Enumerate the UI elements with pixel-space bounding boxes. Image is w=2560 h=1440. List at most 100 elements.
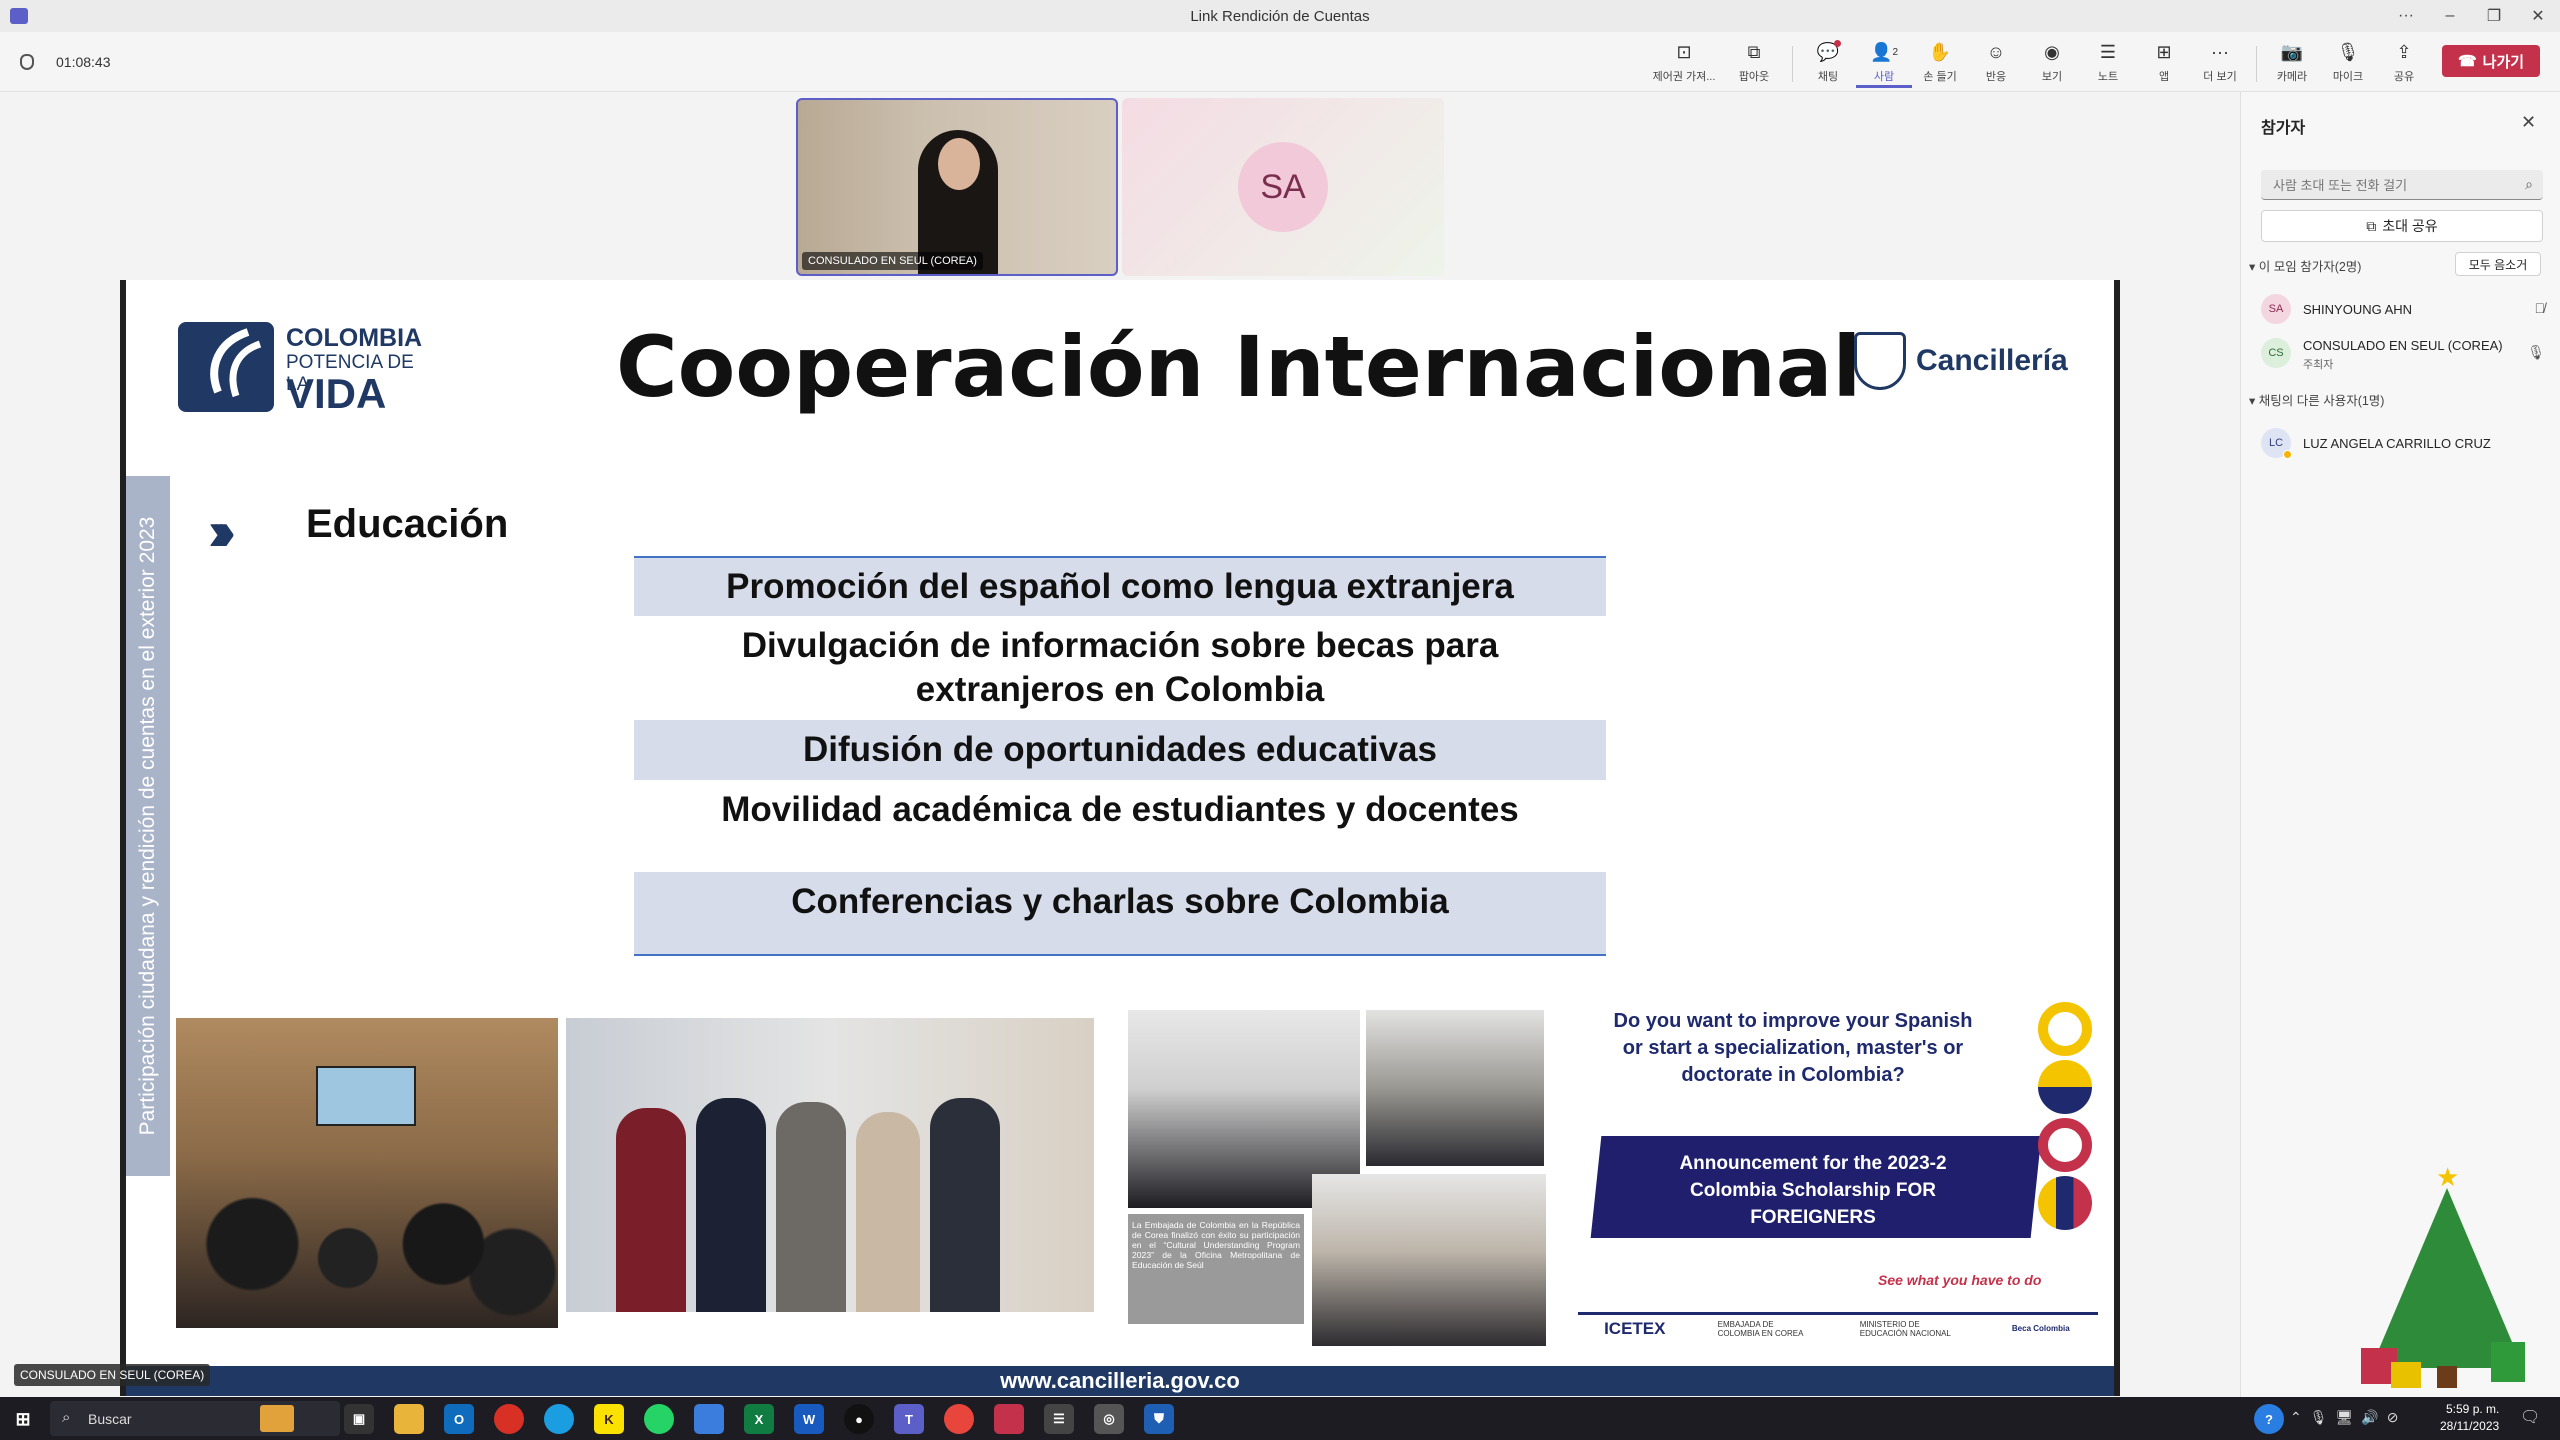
more-button[interactable]: ··· 더 보기 [2192,40,2248,88]
shared-slide: COLOMBIA POTENCIA DE LA VIDA Cooperación… [120,280,2120,1396]
christmas-tree-decoration: ★ [2351,1162,2541,1392]
raise-hand-button[interactable]: ✋ 손 들기 [1912,40,1968,88]
photo-booth-group [566,1018,1094,1312]
share-link-icon: ⧉ [2366,217,2377,234]
hand-icon: ✋ [1928,41,1952,62]
view-button[interactable]: ◉ 보기 [2024,40,2080,88]
whatsapp-icon[interactable] [644,1404,674,1434]
search-highlight-icon [260,1405,294,1432]
participants-panel: 참가자 ✕ ⌕ ⧉초대 공유 ▾ 이 모임 참가자(2명) 모두 음소거 SA … [2240,92,2560,1397]
apps-button[interactable]: ⊞ 앱 [2136,40,2192,88]
windows-start-icon[interactable]: ⊞ [8,1404,38,1434]
mineducacion-logo: MINISTERIO DE EDUCACIÓN NACIONAL [1859,1319,1951,1338]
mic-button[interactable]: 🎙 마이크 [2320,40,2376,88]
mic-muted-icon: 🎙̸ [2534,300,2546,316]
close-panel-icon[interactable]: ✕ [2521,112,2536,133]
participant-row[interactable]: LC LUZ ANGELA CARRILLO CRUZ [2261,428,2545,460]
system-tray-icons[interactable]: ⌃🎙🖥🔊⊘ [2290,1409,2406,1426]
share-button[interactable]: ⇪ 공유 [2376,40,2432,88]
tile-name-label: CONSULADO EN SEUL (COREA) [802,252,983,270]
mute-all-button[interactable]: 모두 음소거 [2455,252,2541,276]
icetex-logo: ICETEX [1604,1318,1666,1338]
participant-name: CONSULADO EN SEUL (COREA) [2303,338,2503,353]
share-invite-button[interactable]: ⧉ 초대 공유 [2261,210,2543,242]
coat-of-arms-icon [1854,332,1906,390]
chevron-down-icon: ▾ [2249,394,2259,408]
chat-button[interactable]: 💬 채팅 [1800,40,1856,88]
minimize-button[interactable]: – [2428,0,2472,32]
avatar: SA [2261,294,2291,324]
mic-off-icon: 🎙 [2336,41,2360,62]
list-item: Difusión de oportunidades educativas [634,720,1606,780]
security-icon[interactable]: ⛊ [1144,1404,1174,1434]
media-icon[interactable]: ● [844,1404,874,1434]
meeting-participants-header[interactable]: ▾ 이 모임 참가자(2명) [2249,256,2361,275]
photo-lecture [176,1018,558,1328]
poster-announcement: Announcement for the 2023-2 Colombia Sch… [1679,1153,1947,1228]
title-bar: Link Rendición de Cuentas ··· – ❐ ✕ [0,0,2560,32]
clock-time: 5:59 p. m. [2446,1402,2500,1416]
invite-search-field[interactable]: ⌕ [2261,170,2543,200]
beca-colombia-logo: Beca Colombia [2011,1324,2070,1333]
invite-search-input[interactable] [2273,175,2503,195]
participant-row[interactable]: CS CONSULADO EN SEUL (COREA) 주최자 🎙 [2261,336,2545,376]
photos-icon[interactable] [694,1404,724,1434]
word-icon[interactable]: W [794,1404,824,1434]
face [938,138,980,190]
take-control-button[interactable]: ⊡ 제어권 가져... [1653,40,1716,88]
smiley-icon: ☺ [1986,41,2006,62]
leave-button[interactable]: ☎ 나가기 [2442,45,2540,77]
colombia-swirl-icon [178,322,274,412]
avatar: CS [2261,338,2291,368]
file-explorer-icon[interactable] [394,1404,424,1434]
chat-others-header[interactable]: ▾ 채팅의 다른 사용자(1명) [2249,390,2384,409]
slide-title: Cooperación Internacional [616,318,1862,416]
taskbar-search[interactable]: ⌕ Buscar [50,1401,340,1436]
colombia-logo: COLOMBIA POTENCIA DE LA VIDA [178,322,438,417]
speaker-label: CONSULADO EN SEUL (COREA) [14,1364,211,1386]
camera-button[interactable]: 📷 카메라 [2264,40,2320,88]
chrome-icon[interactable] [494,1404,524,1434]
popout-icon: ⧉ [1747,41,1761,62]
video-tile-consulado[interactable]: CONSULADO EN SEUL (COREA) [796,98,1118,276]
close-window-button[interactable]: ✕ [2516,0,2560,32]
participant-name: LUZ ANGELA CARRILLO CRUZ [2303,436,2491,451]
notes-icon: ☰ [2099,41,2117,62]
help-icon[interactable]: ? [2254,1404,2284,1434]
camera-off-icon: 📷 [2280,41,2304,62]
teams-icon[interactable]: T [894,1404,924,1434]
excel-icon[interactable]: X [744,1404,774,1434]
people-button[interactable]: 👤 2 사람 [1856,40,1912,88]
popout-button[interactable]: ⧉ 팝아웃 [1726,40,1782,88]
notifications-icon[interactable]: 🗨 [2520,1407,2540,1427]
edge-icon[interactable] [544,1404,574,1434]
participant-row[interactable]: SA SHINYOUNG AHN 🎙̸ [2261,294,2545,326]
cancilleria-logo: Cancillería [1854,332,2068,390]
screen-control-icon: ⊡ [1676,41,1692,62]
reactions-button[interactable]: ☺ 반응 [1968,40,2024,88]
search-icon: ⌕ [62,1409,71,1426]
chrome-profile-icon[interactable] [944,1404,974,1434]
participant-role: 주최자 [2303,359,2334,371]
scholarship-poster: Do you want to improve your Spanish or s… [1578,990,2098,1362]
vpn-icon[interactable]: ◎ [1094,1404,1124,1434]
task-view-icon[interactable]: ▣ [344,1404,374,1434]
kakaotalk-icon[interactable]: K [594,1404,624,1434]
video-tile-sa[interactable]: SA [1122,98,1444,276]
store-icon[interactable] [994,1404,1024,1434]
outlook-icon[interactable]: O [444,1404,474,1434]
shield-icon [20,54,34,70]
notes-button[interactable]: ☰ 노트 [2080,40,2136,88]
windows-taskbar: ⊞ ⌕ Buscar ▣ O K X W ● T ☰ ◎ ⛊ ? ⌃🎙🖥🔊⊘ 5… [0,1397,2560,1440]
poster-logo-strip: ICETEX EMBAJADA DE COLOMBIA EN COREA MIN… [1578,1312,2098,1342]
more-options-icon[interactable]: ··· [2384,0,2428,32]
share-icon: ⇪ [2396,41,2412,62]
vertical-banner: Participación ciudadana y rendición de c… [126,476,170,1176]
more-icon: ··· [2211,41,2229,62]
list-item: Movilidad académica de estudiantes y doc… [721,790,1519,829]
notepad-icon[interactable]: ☰ [1044,1404,1074,1434]
restore-button[interactable]: ❐ [2472,0,2516,32]
list-item: Divulgación de información sobre becas p… [741,626,1499,709]
search-icon: ⌕ [2525,176,2533,192]
list-item: Promoción del español como lengua extran… [634,556,1606,616]
